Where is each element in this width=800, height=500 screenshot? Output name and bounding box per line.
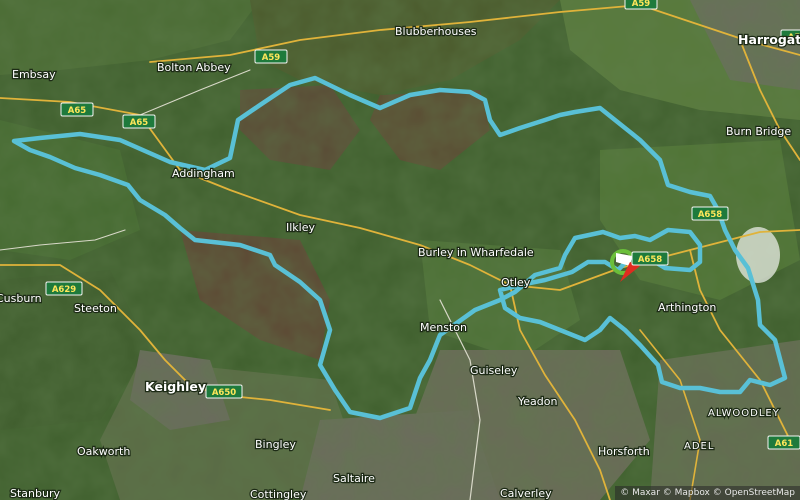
place-label-otley: Otley: [501, 276, 531, 289]
place-label-alwoodley: ALWOODLEY: [708, 408, 780, 419]
place-label-adel: ADEL: [684, 441, 714, 452]
place-label-arthington: Arthington: [658, 301, 716, 314]
place-label-menston: Menston: [420, 321, 467, 334]
place-label-burn-bridge: Burn Bridge: [726, 125, 791, 138]
map-attribution[interactable]: © Maxar © Mapbox © OpenStreetMap: [615, 486, 800, 500]
place-label-oakworth: Oakworth: [77, 445, 130, 458]
svg-text:A65: A65: [68, 106, 86, 116]
place-label-yeadon: Yeadon: [517, 395, 557, 408]
place-label-saltaire: Saltaire: [333, 472, 375, 485]
place-label-blubberhouses: Blubberhouses: [395, 25, 477, 38]
road-shield: A629: [45, 281, 83, 296]
svg-text:A650: A650: [212, 388, 236, 398]
svg-text:A61: A61: [775, 439, 793, 449]
road-shield: A658: [631, 251, 669, 266]
svg-text:A65: A65: [130, 118, 148, 128]
road-shield: A59: [624, 0, 658, 10]
place-label-bolton-abbey: Bolton Abbey: [157, 61, 231, 74]
svg-text:A59: A59: [262, 53, 280, 63]
place-label-burley-in-wharfedale: Burley in Wharfedale: [418, 246, 534, 259]
place-label-addingham: Addingham: [172, 167, 235, 180]
map-view[interactable]: A59 A59 A59 A65 A65 A629 A650 A658 A658 …: [0, 0, 800, 500]
road-shield: A65: [122, 114, 156, 129]
place-label-ilkley: Ilkley: [286, 221, 315, 234]
place-label-harrogate: Harrogat: [738, 32, 800, 47]
place-label-bingley: Bingley: [255, 438, 296, 451]
map-canvas[interactable]: A59 A59 A59 A65 A65 A629 A650 A658 A658 …: [0, 0, 800, 500]
place-label-cusburn: Cusburn: [0, 292, 42, 305]
svg-text:A59: A59: [632, 0, 650, 9]
place-label-calverley: Calverley: [500, 487, 552, 500]
road-shield: A59: [254, 49, 288, 64]
place-label-embsay: Embsay: [12, 68, 56, 81]
place-label-cottingley: Cottingley: [250, 488, 307, 500]
place-label-guiseley: Guiseley: [470, 364, 518, 377]
place-label-steeton: Steeton: [74, 302, 117, 315]
svg-text:A658: A658: [638, 255, 662, 265]
satellite-imagery: [0, 0, 800, 500]
place-label-horsforth: Horsforth: [598, 445, 650, 458]
svg-text:A629: A629: [52, 285, 76, 295]
place-label-keighley: Keighley: [145, 379, 206, 394]
place-label-stanbury: Stanbury: [10, 487, 60, 500]
road-shield: A658: [691, 206, 729, 221]
road-shield: A61: [767, 435, 800, 450]
svg-text:A658: A658: [698, 210, 722, 220]
road-shield: A650: [205, 384, 243, 399]
road-shield: A65: [60, 102, 94, 117]
